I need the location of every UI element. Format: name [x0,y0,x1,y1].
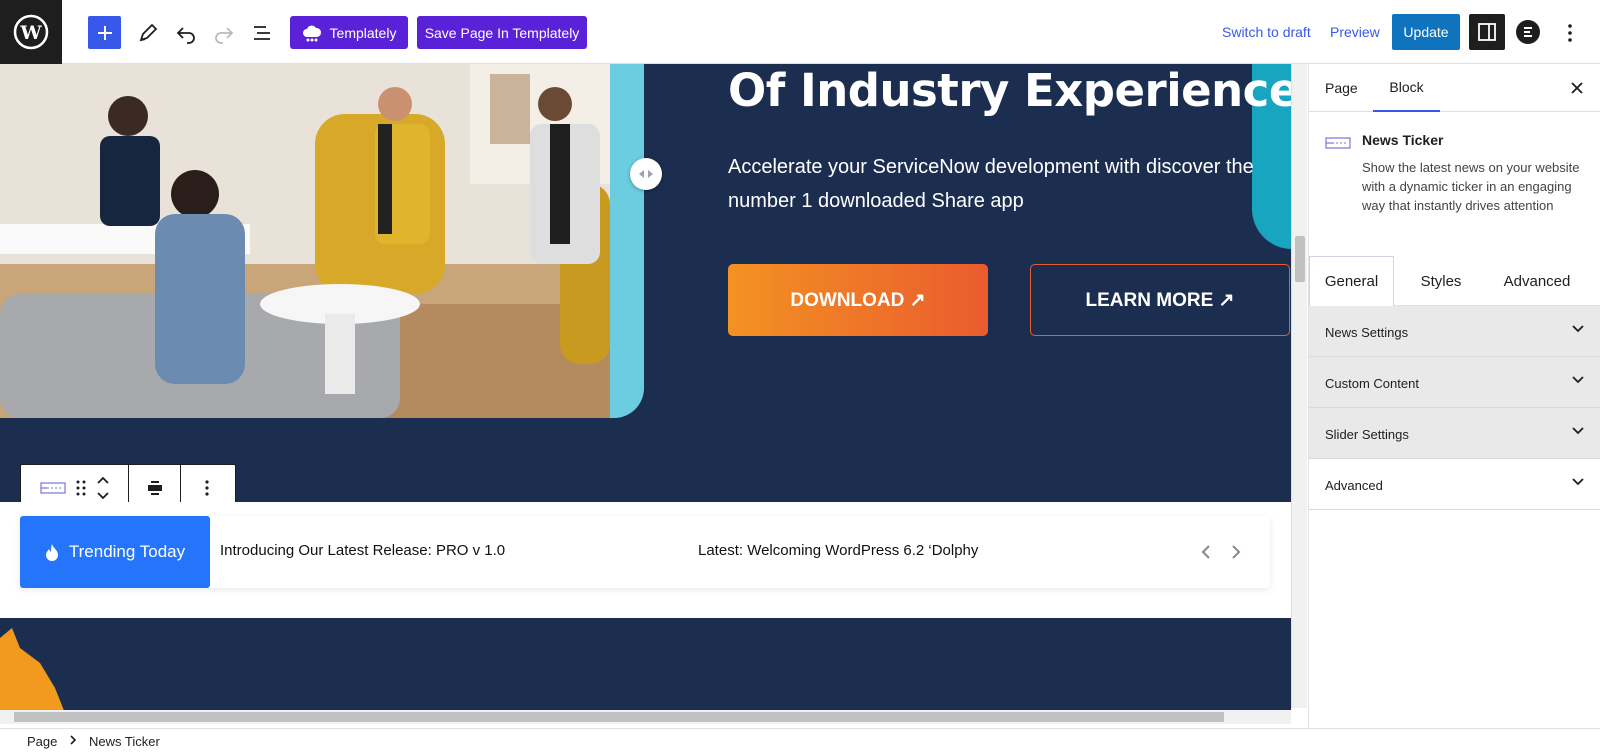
resize-arrows-icon [639,170,653,178]
templately-button[interactable]: Templately [290,16,408,49]
tab-advanced[interactable]: Advanced [1487,256,1587,306]
canvas-vertical-scrollbar[interactable] [1291,64,1307,708]
editor-top-bar: W Templately Save Page In Templately Swi… [0,0,1600,64]
chevron-down-icon [1572,325,1584,333]
chevron-right-icon [70,735,77,745]
block-title: News Ticker [1362,132,1444,148]
tab-styles[interactable]: Styles [1401,256,1481,306]
document-overview-button[interactable] [248,16,276,49]
office-meeting-image [0,64,610,418]
close-sidebar-button[interactable] [1567,78,1587,98]
tab-page[interactable]: Page [1325,64,1358,112]
block-breadcrumb: Page News Ticker [0,728,1600,752]
ticker-prev-button[interactable] [1196,540,1216,564]
news-ticker-block[interactable]: Trending Today Introducing Our Latest Re… [0,502,1291,618]
editor-canvas[interactable]: Of Industry Experience Accelerate your S… [0,64,1291,718]
panel-label: Advanced [1325,478,1383,493]
trending-label: Trending Today [20,516,210,588]
add-block-button[interactable] [88,16,121,49]
hero-subtitle[interactable]: Accelerate your ServiceNow development w… [728,150,1288,218]
hero-heading[interactable]: Of Industry Experience [728,64,1291,117]
block-description: Show the latest news on your website wit… [1362,160,1580,213]
sidebar-tabs: Page Block [1309,64,1600,112]
trending-label-text: Trending Today [68,542,186,561]
save-page-in-templately-button[interactable]: Save Page In Templately [417,16,587,49]
chevron-left-icon [1201,545,1210,559]
news-ticker[interactable]: Trending Today Introducing Our Latest Re… [20,516,1270,588]
panel-label: Custom Content [1325,376,1419,391]
breadcrumb-current: News Ticker [89,734,160,749]
download-button[interactable]: DOWNLOAD ↗ [728,264,988,336]
undo-icon [176,26,195,44]
undo-button[interactable] [172,16,200,49]
drag-dots-icon [76,480,85,496]
chevron-up-down-icon [96,476,109,500]
wordpress-icon: W [13,14,49,50]
next-section[interactable] [0,618,1291,718]
close-icon [1571,82,1583,94]
drag-handle[interactable] [76,480,86,496]
update-button[interactable]: Update [1392,14,1460,50]
switch-to-draft-link[interactable]: Switch to draft [1222,24,1311,40]
plus-icon [97,25,112,40]
tab-block[interactable]: Block [1373,64,1440,112]
settings-sidebar-toggle[interactable] [1469,14,1505,50]
canvas-horizontal-scrollbar[interactable] [0,710,1291,724]
options-menu-button[interactable] [1560,16,1580,49]
settings-sidebar: Page Block News Ticker Show the latest n… [1308,64,1600,728]
panel-advanced[interactable]: Advanced [1309,459,1600,510]
panel-custom-content[interactable]: Custom Content [1309,357,1600,408]
panel-label: News Settings [1325,325,1409,340]
templately-label: Templately [329,24,397,41]
news-ticker-item[interactable]: Introducing Our Latest Release: PRO v 1.… [220,542,505,559]
vertical-scroll-thumb[interactable] [1295,236,1305,282]
image-resize-handle[interactable] [630,158,662,190]
control-tabs: General Styles Advanced [1309,256,1600,306]
panel-label: Slider Settings [1325,427,1409,442]
move-up-down-buttons[interactable] [96,475,110,501]
hero-office-photo[interactable] [0,64,610,418]
wordpress-logo-button[interactable]: W [0,0,62,64]
news-ticker-item[interactable]: Latest: Welcoming WordPress 6.2 ‘Dolphy [698,542,978,559]
teal-accent-bar [610,64,644,418]
horizontal-scroll-thumb[interactable] [14,712,1224,722]
redo-icon [215,26,234,44]
align-center-icon [147,481,162,495]
chevron-down-icon [1572,427,1584,435]
breadcrumb-page[interactable]: Page [27,734,57,749]
templately-cloud-icon [302,25,321,41]
sidebar-icon [1478,23,1496,41]
news-ticker-block-icon [39,482,66,494]
tools-button[interactable] [134,16,162,49]
list-view-icon [254,25,270,40]
orange-brush-shape [0,628,65,713]
essential-blocks-icon [1524,27,1532,37]
hero-section[interactable]: Of Industry Experience Accelerate your S… [0,64,1291,512]
chevron-down-icon [1572,376,1584,384]
redo-button[interactable] [210,16,238,49]
svg-text:W: W [19,22,42,44]
panel-news-settings[interactable]: News Settings [1309,306,1600,357]
chevron-right-icon [1232,545,1241,559]
chevron-down-icon [1572,478,1584,486]
ticker-next-button[interactable] [1226,540,1246,564]
essential-blocks-button[interactable] [1516,20,1540,44]
tab-general[interactable]: General [1309,256,1394,306]
flame-icon [45,544,58,561]
vertical-ellipsis-icon [1568,23,1572,42]
news-ticker-block-icon [1325,136,1351,155]
preview-link[interactable]: Preview [1330,24,1380,40]
block-type-switcher[interactable] [39,481,66,495]
vertical-ellipsis-icon [205,480,209,496]
panel-slider-settings[interactable]: Slider Settings [1309,408,1600,459]
pencil-icon [139,23,158,41]
learn-more-button[interactable]: LEARN MORE ↗ [1030,264,1290,336]
